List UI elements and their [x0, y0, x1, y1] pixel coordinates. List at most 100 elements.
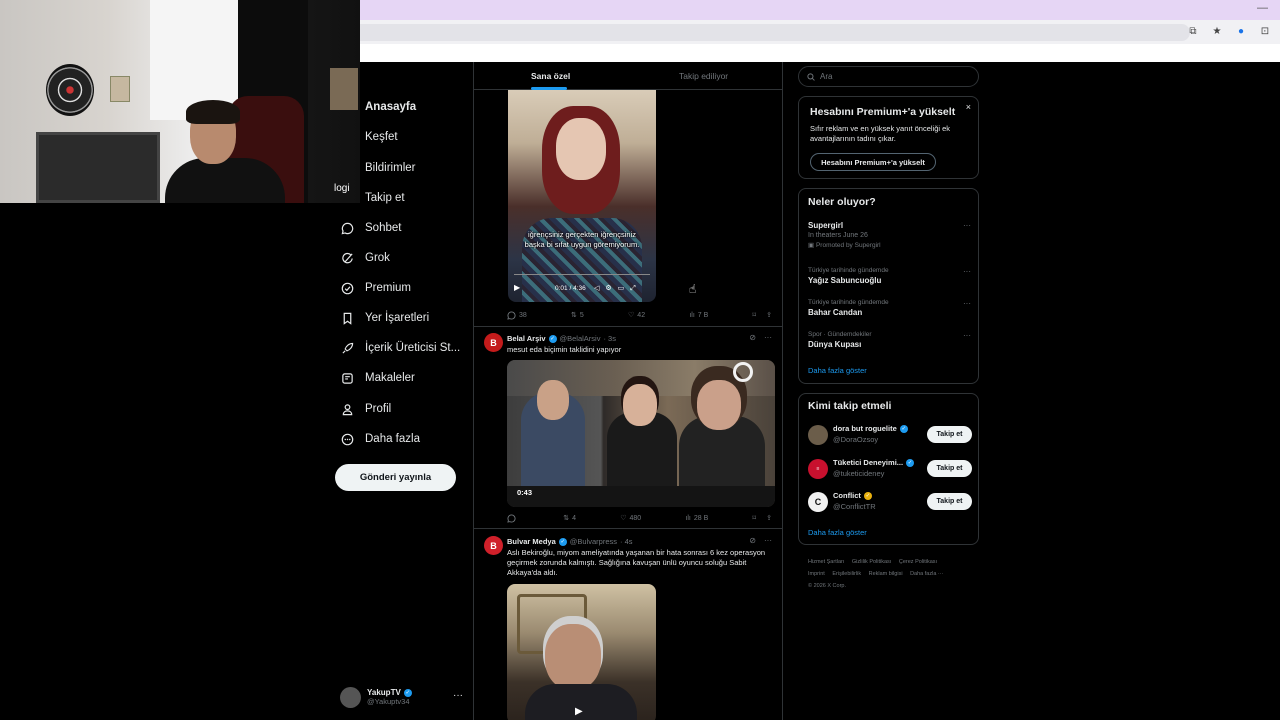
like-button[interactable]: ♡ 42 [628, 311, 645, 320]
reply-button[interactable] [507, 514, 519, 523]
like-button[interactable]: ♡ 480 [620, 514, 641, 523]
footer-link[interactable]: Reklam bilgisi [869, 571, 903, 577]
more-icon[interactable]: ··· [963, 299, 971, 308]
follow-button[interactable]: Takip et [927, 426, 972, 443]
author-name[interactable]: Bulvar Medya [507, 537, 556, 546]
nav-notifications[interactable]: Bildirimler [340, 157, 415, 179]
follow-suggestion[interactable]: dora but roguelite ✓ @DoraOzsoy Takip et [808, 423, 972, 447]
minimize-icon[interactable]: — [1257, 2, 1268, 14]
footer-link[interactable]: Çerez Politikası [899, 559, 937, 565]
nav-profile[interactable]: Profil [340, 398, 391, 420]
reply-button[interactable]: 38 [507, 311, 527, 320]
avatar[interactable]: B [484, 536, 503, 555]
nav-articles[interactable]: Makaleler [340, 367, 415, 389]
nav-premium[interactable]: Premium [340, 277, 411, 299]
tweet-video[interactable]: iğrençsiniz gerçekten iğrençsiniz başka … [508, 90, 656, 302]
address-bar[interactable] [360, 24, 1190, 41]
video-controls: ◁⚙▭⤢ [594, 284, 642, 293]
bookmark-icon[interactable]: ⌑ [753, 311, 757, 319]
nav-label: Keşfet [365, 131, 398, 143]
settings-icon[interactable]: ⚙ [605, 285, 617, 292]
views-count: 7 B [697, 311, 709, 319]
grok-icon[interactable]: ⊘ [749, 536, 756, 545]
post-button[interactable]: Gönderi yayınla [335, 464, 456, 491]
views-button[interactable]: ılı 7 B [689, 312, 708, 319]
nav-chat[interactable]: Sohbet [340, 217, 401, 239]
video-face-shape [545, 624, 601, 690]
home-icon [340, 100, 355, 115]
avatar: ≡ [808, 459, 828, 479]
suggestion-name: dora but roguelite [833, 424, 897, 433]
nav-explore[interactable]: Keşfet [340, 126, 398, 148]
author-handle[interactable]: @BelalArsiv [560, 334, 601, 343]
tab-following[interactable]: Takip ediliyor [679, 71, 728, 81]
follow-suggestion[interactable]: ≡ Tüketici Deneyimi... ✓ @tuketicideney T… [808, 457, 972, 481]
nav-grok[interactable]: Grok [340, 247, 390, 269]
tab-for-you[interactable]: Sana özel [531, 71, 570, 81]
search-icon [807, 72, 815, 81]
trend-item[interactable]: Türkiye tarihinde gündemde Yağız Sabuncu… [808, 267, 971, 285]
nav-home[interactable]: Anasayfa [340, 96, 416, 118]
footer-link[interactable]: Imprint [808, 571, 825, 577]
account-switcher[interactable]: YakupTV ✓ @Yakuptv34 ··· [340, 684, 465, 710]
nav-creator-studio[interactable]: İçerik Üreticisi St... [340, 337, 460, 359]
grok-icon[interactable]: ⊘ [749, 333, 756, 342]
more-icon[interactable]: ··· [963, 221, 971, 230]
trend-item[interactable]: Spor · Gündemdekiler Dünya Kupası ··· [808, 331, 971, 349]
nav-bookmarks[interactable]: Yer İşaretleri [340, 307, 429, 329]
follow-suggestion[interactable]: C Conflict ✓ @ConflictTR Takip et [808, 490, 972, 514]
install-icon[interactable]: ⧉ [1186, 26, 1200, 37]
more-icon[interactable]: ··· [764, 536, 772, 545]
show-more-link[interactable]: Daha fazla göster [808, 528, 867, 537]
more-icon[interactable]: ··· [764, 333, 772, 342]
tweet-header: Belal Arşiv ✓ @BelalArsiv · 3s [507, 334, 616, 343]
video-progress-track[interactable] [514, 274, 650, 275]
nav-more[interactable]: Daha fazla [340, 428, 420, 450]
tweet-video[interactable]: 0:43 [507, 360, 775, 507]
timeline[interactable]: iğrençsiniz gerçekten iğrençsiniz başka … [473, 62, 783, 720]
follow-button[interactable]: Takip et [927, 493, 972, 510]
bookmark-icon[interactable]: ⌑ [752, 514, 756, 522]
share-icon[interactable]: ⇪ [766, 311, 772, 319]
repost-button[interactable]: ⇅ 5 [571, 311, 584, 320]
close-icon[interactable]: × [966, 102, 971, 112]
verified-icon: ✓ [899, 424, 908, 433]
pip-icon[interactable]: ▭ [618, 285, 631, 292]
reply-icon [507, 311, 516, 320]
webcam-person-hair [186, 100, 240, 124]
fullscreen-icon[interactable]: ⤢ [630, 285, 642, 292]
trend-item[interactable]: Supergirl In theaters June 26 ▣ Promoted… [808, 221, 971, 249]
footer-link[interactable]: Daha fazla ··· [910, 571, 943, 577]
author-handle[interactable]: @Bulvarpress [570, 537, 617, 546]
play-icon[interactable]: ▶ [514, 283, 520, 292]
search-input[interactable]: Ara [798, 66, 979, 87]
follow-button[interactable]: Takip et [927, 460, 972, 477]
views-button[interactable]: ılı 28 B [685, 515, 708, 522]
more-icon[interactable]: ··· [963, 331, 971, 340]
repost-button[interactable]: ⇅ 4 [563, 514, 576, 523]
avatar[interactable]: B [484, 333, 503, 352]
star-icon[interactable]: ★ [1210, 26, 1224, 37]
profile-icon[interactable]: ● [1234, 26, 1248, 37]
account-name: YakupTV [367, 688, 401, 697]
share-icon[interactable]: ⇪ [766, 514, 772, 522]
tweet-age[interactable]: · 3s [603, 334, 616, 343]
trend-item[interactable]: Türkiye tarihinde gündemde Bahar Candan … [808, 299, 971, 317]
footer-link[interactable]: Hizmet Şartları [808, 559, 844, 565]
account-handle: @Yakuptv34 [367, 697, 410, 706]
play-icon[interactable]: ▶ [575, 706, 583, 717]
footer-link[interactable]: Erişilebilirlik [832, 571, 861, 577]
show-more-link[interactable]: Daha fazla göster [808, 366, 867, 375]
video-face-shape [556, 118, 606, 180]
suggestion-name-row: dora but roguelite ✓ [833, 424, 908, 433]
tweet-age[interactable]: · 4s [620, 537, 633, 546]
author-name[interactable]: Belal Arşiv [507, 334, 546, 343]
more-icon[interactable]: ··· [453, 690, 463, 701]
mute-icon[interactable]: ◁ [594, 285, 605, 292]
premium-upgrade-button[interactable]: Hesabını Premium+'a yükselt [810, 153, 936, 171]
nav-follow[interactable]: Takip et [340, 187, 405, 209]
more-icon[interactable]: ··· [963, 267, 971, 276]
tweet-video[interactable]: ▶ [507, 584, 656, 720]
extensions-icon[interactable]: ⊡ [1258, 26, 1272, 37]
footer-link[interactable]: Gizlilik Politikası [852, 559, 891, 565]
